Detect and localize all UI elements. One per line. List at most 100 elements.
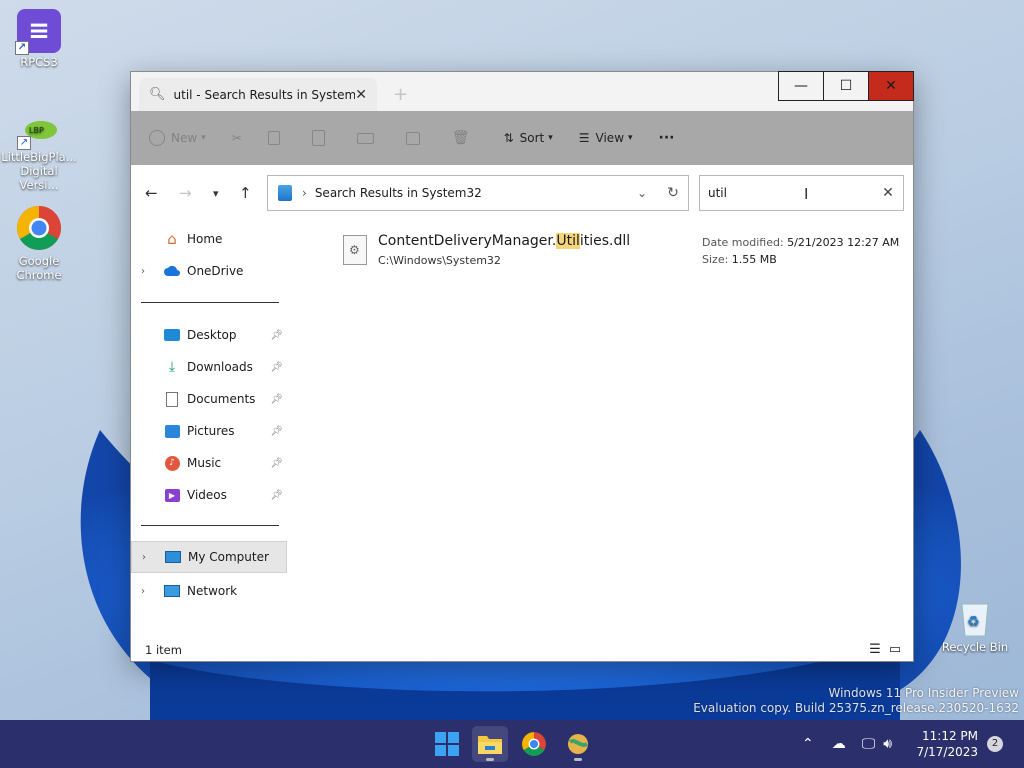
clock-date: 7/17/2023 [916,745,978,759]
large-icons-view-icon[interactable]: ▭ [885,642,905,657]
file-name-mid: ities [579,233,610,249]
chrome-icon [15,204,63,252]
volume-icon[interactable]: 🔊︎ [883,736,892,752]
chevron-right-icon[interactable]: › [142,552,158,563]
desktop-icon-rpcs3[interactable]: ≡ ↗ RPCS3 [1,9,77,69]
file-list: ContentDeliveryManager.Utilities.dll C:\… [291,219,913,639]
maximize-button[interactable]: ☐ [823,71,869,101]
taskbar-file-explorer[interactable] [472,726,508,762]
forward-arrow-icon[interactable]: → [179,184,192,202]
sidebar-item-downloads[interactable]: ⤓ Downloads 📌︎ [131,351,287,383]
tab-search-results[interactable]: 🔍︎ util - Search Results in System ✕ [139,78,377,111]
search-input[interactable] [708,186,873,200]
delete-button[interactable]: 🗑︎ [452,130,470,146]
taskbar-app[interactable] [560,726,596,762]
address-row: ← → ▾ ↑ › Search Results in System32 ⌄ ↻… [131,165,913,219]
sort-arrows-icon: ⇅ [503,131,514,145]
plus-circle-icon [149,130,165,146]
sidebar-item-pictures[interactable]: Pictures 📌︎ [131,415,287,447]
rename-icon [356,132,374,144]
file-size: Size: 1.55 MB [702,253,777,266]
new-button[interactable]: New ▾ [149,130,206,146]
file-explorer-window: 🔍︎ util - Search Results in System ✕ + —… [130,71,914,662]
taskbar: ⌃ ☁ 🖵︎ 🔊︎ 11:12 PM 7/17/2023 2 [0,720,1024,768]
sidebar-item-music[interactable]: ♪ Music 📌︎ [131,447,287,479]
rename-button[interactable] [356,132,380,144]
back-arrow-icon[interactable]: ← [145,184,158,202]
new-tab-button[interactable]: + [393,84,408,105]
taskbar-chrome[interactable] [516,726,552,762]
pin-icon[interactable]: 📌︎ [270,458,283,469]
date-modified: Date modified: 5/21/2023 12:27 AM [702,236,899,249]
date-modified-value: 5/21/2023 12:27 AM [787,236,900,249]
onedrive-offline-icon[interactable]: ☁ [832,736,846,752]
share-button[interactable] [405,131,426,145]
pin-icon[interactable]: 📌︎ [270,490,283,501]
sidebar-item-documents[interactable]: Documents 📌︎ [131,383,287,415]
trash-icon: 🗑︎ [451,130,470,146]
date-modified-label: Date modified: [702,236,784,249]
more-options-button[interactable]: ··· [659,130,675,146]
clear-search-icon[interactable]: ✕ [873,185,903,201]
pin-icon[interactable]: 📌︎ [270,394,283,405]
search-icon: 🔍︎ [149,87,166,102]
chevron-down-icon[interactable]: ⌄ [626,186,658,200]
desktop-icon-littlebigplanet[interactable]: LBP ↗ LittleBigPla... Digital Versi... [1,116,77,192]
sidebar-item-home[interactable]: ⌂ Home [131,223,287,255]
desktop-icon-recycle-bin[interactable]: ♻ Recycle Bin [937,596,1013,654]
scissors-icon: ✂ [231,131,242,145]
search-box[interactable]: I ✕ [699,175,904,211]
desktop-folder-icon [163,326,181,344]
address-bar[interactable]: › Search Results in System32 ⌄ ↻ [267,175,689,211]
refresh-icon[interactable]: ↻ [658,185,688,201]
sidebar-item-videos[interactable]: ▶ Videos 📌︎ [131,479,287,511]
chevron-right-icon[interactable]: › [141,586,157,597]
watermark-line: Windows 11 Pro Insider Preview [828,686,1019,700]
network-icon [163,582,181,600]
sidebar-item-onedrive[interactable]: › OneDrive [131,255,287,287]
navigation-pane: ⌂ Home › OneDrive Desktop 📌︎ ⤓ Downloads… [131,219,291,639]
sidebar-item-network[interactable]: › Network [131,575,287,607]
share-icon [405,131,420,145]
tab-title: util - Search Results in System [173,87,356,102]
sidebar-item-my-computer[interactable]: › My Computer [131,541,287,573]
watermark-line: Evaluation copy. Build 25375.zn_release.… [693,701,1019,715]
status-bar: 1 item ☰ ▭ [131,639,913,661]
file-size-value: 1.55 MB [731,253,777,266]
littlebigplanet-icon: LBP ↗ [17,116,59,150]
close-button[interactable]: ✕ [868,71,914,101]
pin-icon[interactable]: 📌︎ [270,426,283,437]
pictures-icon [163,422,181,440]
sort-button[interactable]: ⇅ Sort ▾ [504,131,553,145]
minimize-button[interactable]: — [778,71,824,101]
windows-logo-icon [435,732,459,756]
chevron-right-icon[interactable]: › [141,266,157,277]
pin-icon[interactable]: 📌︎ [270,362,283,373]
copy-button[interactable] [267,131,286,145]
sidebar-item-desktop[interactable]: Desktop 📌︎ [131,319,287,351]
network-icon[interactable]: 🖵︎ [862,736,876,752]
chevron-up-icon[interactable]: ⌃ [802,736,814,752]
list-item[interactable]: ContentDeliveryManager.Utilities.dll C:\… [341,233,901,273]
dll-file-icon [343,235,367,265]
sidebar-item-label: Downloads [187,360,253,374]
desktop-icon-label: RPCS3 [20,55,58,69]
notification-badge[interactable]: 2 [987,736,1003,752]
close-tab-icon[interactable]: ✕ [355,87,367,103]
up-arrow-icon[interactable]: ↑ [239,184,252,202]
clipboard-icon [311,130,325,146]
view-button[interactable]: ☰ View ▾ [579,131,633,145]
file-name-prefix: ContentDeliveryManager. [378,233,557,249]
sidebar-item-label: Pictures [187,424,235,438]
start-button[interactable] [429,726,465,762]
desktop-icon-chrome[interactable]: Google Chrome [1,204,77,282]
search-match-highlight: Util [556,233,580,249]
details-view-icon[interactable]: ☰ [865,642,885,657]
paste-button[interactable] [311,130,331,146]
pin-icon[interactable]: 📌︎ [270,330,283,341]
file-name: ContentDeliveryManager.Utilities.dll [378,233,630,249]
copy-icon [267,131,280,145]
cut-button[interactable]: ✂ [232,131,242,145]
recent-locations-chevron-icon[interactable]: ▾ [213,187,219,200]
clock[interactable]: 11:12 PM 7/17/2023 [916,728,978,760]
